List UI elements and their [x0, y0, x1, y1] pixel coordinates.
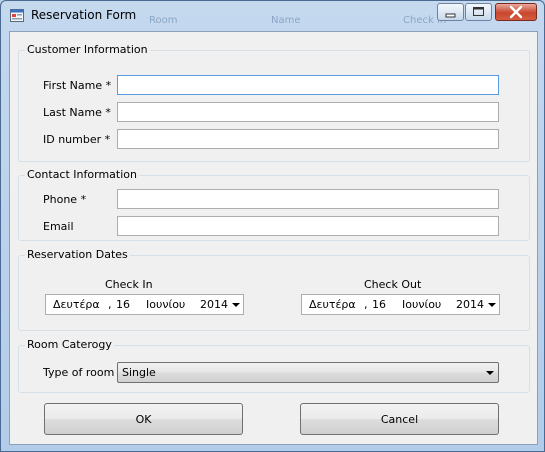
maximize-icon — [473, 7, 484, 16]
form-client-area: Customer Information First Name * Last N… — [9, 31, 538, 445]
first-name-label: First Name * — [43, 79, 112, 92]
room-type-combobox[interactable]: Single — [117, 362, 499, 383]
minimize-icon — [445, 13, 456, 18]
reservation-dates-title: Reservation Dates — [25, 248, 130, 261]
last-name-label: Last Name * — [43, 106, 111, 119]
check-out-separator: , — [364, 298, 368, 311]
chevron-down-icon — [486, 371, 494, 375]
ok-button[interactable]: OK — [44, 403, 243, 435]
check-out-month: Ιουνίου — [402, 298, 442, 311]
background-ghost-text: Name — [271, 15, 301, 26]
chevron-down-icon[interactable] — [232, 303, 240, 307]
id-number-input[interactable] — [117, 129, 499, 149]
background-ghost-text: Room — [149, 15, 178, 26]
contact-info-group: Contact Information Phone * Email — [18, 168, 530, 241]
check-in-label: Check In — [105, 278, 153, 291]
email-input[interactable] — [117, 216, 499, 236]
room-type-label: Type of room — [43, 366, 115, 379]
reservation-form-window: Reservation Form Room Name Check In Cust… — [0, 0, 545, 452]
cancel-button[interactable]: Cancel — [300, 403, 499, 435]
customer-info-title: Customer Information — [25, 43, 150, 56]
check-in-year: 2014 — [200, 298, 228, 311]
check-out-day: 16 — [372, 298, 386, 311]
title-bar[interactable]: Reservation Form Room Name Check In — [1, 1, 544, 31]
window-title: Reservation Form — [31, 8, 137, 22]
phone-label: Phone * — [43, 193, 87, 206]
chevron-down-icon[interactable] — [488, 303, 496, 307]
check-in-separator: , — [108, 298, 112, 311]
close-icon — [509, 5, 523, 19]
form-icon — [10, 9, 24, 22]
check-in-date-picker[interactable]: Δευτέρα , 16 Ιουνίου 2014 — [45, 294, 244, 315]
phone-input[interactable] — [117, 189, 499, 209]
room-category-group: Room Caterogy Type of room Single — [18, 338, 530, 393]
contact-info-title: Contact Information — [25, 168, 139, 181]
reservation-dates-group: Reservation Dates Check In Check Out Δευ… — [18, 248, 530, 331]
close-button[interactable] — [495, 3, 537, 21]
check-in-weekday: Δευτέρα — [53, 298, 100, 311]
id-number-label: ID number * — [43, 133, 111, 146]
check-out-weekday: Δευτέρα — [309, 298, 356, 311]
check-in-day: 16 — [116, 298, 130, 311]
last-name-input[interactable] — [117, 102, 499, 122]
maximize-button[interactable] — [465, 3, 492, 21]
customer-info-group: Customer Information First Name * Last N… — [18, 43, 530, 162]
minimize-button[interactable] — [437, 3, 464, 21]
first-name-input[interactable] — [117, 75, 499, 95]
room-category-title: Room Caterogy — [25, 338, 114, 351]
check-out-year: 2014 — [456, 298, 484, 311]
check-out-date-picker[interactable]: Δευτέρα , 16 Ιουνίου 2014 — [301, 294, 500, 315]
email-label: Email — [43, 220, 74, 233]
check-out-label: Check Out — [364, 278, 422, 291]
room-type-value: Single — [122, 366, 156, 379]
check-in-month: Ιουνίου — [146, 298, 186, 311]
